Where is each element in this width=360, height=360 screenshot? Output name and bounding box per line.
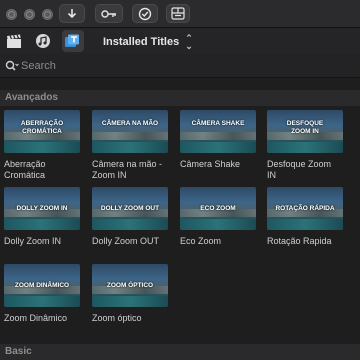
title-item[interactable]: CÂMERA NA MÃO Câmera na mão - Zoom IN: [92, 110, 178, 181]
keywords-button[interactable]: [95, 4, 123, 23]
title-thumbnail[interactable]: DESFOQUE ZOOM IN: [267, 110, 343, 153]
thumbnail-caption: DESFOQUE ZOOM IN: [286, 120, 324, 135]
thumbnail-caption: ECO ZOOM: [200, 204, 236, 212]
title-item[interactable]: ZOOM ÓPTICO Zoom óptico: [92, 264, 178, 324]
tab-audio[interactable]: [32, 30, 54, 52]
clapperboard-icon: [7, 34, 21, 48]
title-item[interactable]: ZOOM DINÂMICO Zoom Dinâmico: [4, 264, 90, 324]
key-icon: [101, 9, 116, 18]
title-thumbnail[interactable]: CÂMERA NA MÃO: [92, 110, 168, 153]
title-label: Zoom Dinâmico: [4, 313, 68, 323]
thumbnail-caption: CÂMERA SHAKE: [191, 120, 245, 127]
close-window-button[interactable]: [6, 9, 17, 20]
title-thumbnail[interactable]: ZOOM DINÂMICO: [4, 264, 80, 307]
title-item[interactable]: ROTAÇÃO RÁPIDA Rotação Rapida: [267, 187, 353, 247]
chevron-updown-icon: ⌃ ⌄: [185, 33, 193, 51]
title-label: Desfoque Zoom IN: [267, 159, 332, 180]
search-bar: [0, 54, 360, 78]
section-header-avancados: Avançados: [0, 90, 360, 106]
title-item[interactable]: ECO ZOOM Eco Zoom: [180, 187, 266, 247]
dropdown-label: Installed Titles: [103, 36, 180, 48]
zoom-window-button[interactable]: [42, 9, 53, 20]
tab-media[interactable]: [3, 30, 25, 52]
thumbnail-caption: ABERRAÇÃO CROMÁTICA: [20, 120, 64, 135]
download-arrow-icon: [67, 8, 77, 18]
checkmark-circle-icon: [138, 7, 152, 20]
title-item[interactable]: DOLLY ZOOM IN Dolly Zoom IN: [4, 187, 90, 247]
title-thumbnail[interactable]: CÂMERA SHAKE: [180, 110, 256, 153]
thumbnail-caption: DOLLY ZOOM OUT: [100, 204, 160, 212]
title-label: Eco Zoom: [180, 236, 222, 246]
search-input[interactable]: [21, 59, 321, 72]
title-label: Câmera na mão - Zoom IN: [92, 159, 163, 180]
window-controls: [6, 9, 53, 20]
background-tasks-button[interactable]: [132, 4, 158, 23]
thumbnail-caption: DOLLY ZOOM IN: [16, 204, 68, 212]
title-label: Dolly Zoom OUT: [92, 236, 160, 246]
workspace-layout-button[interactable]: [166, 4, 190, 23]
layout-panels-icon: [171, 7, 185, 20]
library-dropdown[interactable]: Installed Titles ⌃ ⌄: [103, 33, 193, 51]
thumbnail-caption: ZOOM ÓPTICO: [106, 281, 154, 289]
title-thumbnail[interactable]: DOLLY ZOOM OUT: [92, 187, 168, 230]
title-item[interactable]: ABERRAÇÃO CROMÁTICA Aberração Cromática: [4, 110, 90, 181]
title-thumbnail[interactable]: ABERRAÇÃO CROMÁTICA: [4, 110, 80, 153]
title-label: Zoom óptico: [92, 313, 142, 323]
music-notes-icon: [36, 34, 50, 48]
title-item[interactable]: DOLLY ZOOM OUT Dolly Zoom OUT: [92, 187, 178, 247]
title-thumbnail[interactable]: ROTAÇÃO RÁPIDA: [267, 187, 343, 230]
thumbnail-caption: ROTAÇÃO RÁPIDA: [275, 204, 335, 212]
thumbnail-caption: ZOOM DINÂMICO: [14, 281, 70, 289]
title-thumbnail[interactable]: DOLLY ZOOM IN: [4, 187, 80, 230]
import-button[interactable]: [59, 4, 85, 23]
title-thumbnail[interactable]: ECO ZOOM: [180, 187, 256, 230]
title-label: Rotação Rapida: [267, 236, 332, 246]
tab-titles[interactable]: [62, 30, 84, 52]
section-header-basic: Basic: [0, 344, 360, 360]
title-item[interactable]: CÂMERA SHAKE Câmera Shake: [180, 110, 266, 170]
title-label: Dolly Zoom IN: [4, 236, 62, 246]
thumbnail-caption: CÂMERA NA MÃO: [101, 120, 159, 127]
title-label: Câmera Shake: [180, 159, 241, 169]
search-icon[interactable]: [5, 60, 19, 72]
browser-header: Installed Titles ⌃ ⌄: [0, 28, 360, 54]
title-item[interactable]: DESFOQUE ZOOM IN Desfoque Zoom IN: [267, 110, 353, 181]
title-thumbnail[interactable]: ZOOM ÓPTICO: [92, 264, 168, 307]
title-label: Aberração Cromática: [4, 159, 46, 180]
toolbar: [0, 0, 360, 28]
titles-icon: [65, 34, 79, 47]
minimize-window-button[interactable]: [24, 9, 35, 20]
